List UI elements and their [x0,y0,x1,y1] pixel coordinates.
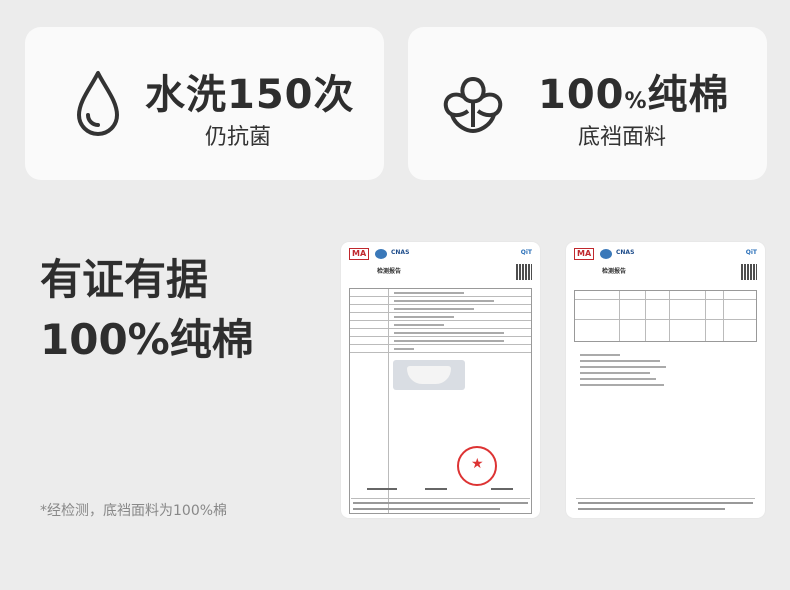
report-table [574,290,757,342]
official-seal-icon [457,446,497,486]
report-title: 检测报告 [377,268,402,275]
feature-title-percent: % [624,89,648,114]
feature-title: 水洗150次 [145,72,355,118]
signature [425,488,447,490]
feature-subtitle: 底裆面料 [578,125,667,150]
feature-subtitle: 仍抗菌 [205,125,272,150]
feature-title-text: 纯棉 [647,72,730,118]
qit-logo: QiT [745,249,757,256]
cnas-logo: CNAS [391,249,410,256]
signature [367,488,397,490]
test-report-page-1: MA CNAS QiT 检测报告 [341,242,540,518]
ilac-logo [600,249,612,259]
report-notes [580,354,670,390]
report-header-logos: MA CNAS QiT [349,248,532,262]
ilac-logo [375,249,387,259]
cma-logo: MA [349,248,370,260]
sample-photo [393,360,465,390]
report-table [349,288,532,514]
footnote: *经检测，底裆面料为100%棉 [40,503,228,519]
water-drop-icon [77,71,119,136]
feature-card-cotton: 100%纯棉 底裆面料 [408,27,767,180]
feature-card-wash: 水洗150次 仍抗菌 [25,27,384,180]
cnas-logo: CNAS [616,249,635,256]
feature-title-number: 100 [538,72,625,118]
cotton-flower-icon [443,77,503,133]
feature-title: 100%纯棉 [538,62,730,120]
qit-logo: QiT [520,249,532,256]
report-header-logos: MA CNAS QiT [574,248,757,262]
test-report-page-2: MA CNAS QiT 检测报告 [566,242,765,518]
qr-code-icon [516,264,532,280]
cma-logo: MA [574,248,595,260]
headline-line2: 100%纯棉 [40,315,254,364]
qr-code-icon [741,264,757,280]
signature [491,488,513,490]
report-title: 检测报告 [602,268,627,275]
headline-line1: 有证有据 [40,255,209,304]
